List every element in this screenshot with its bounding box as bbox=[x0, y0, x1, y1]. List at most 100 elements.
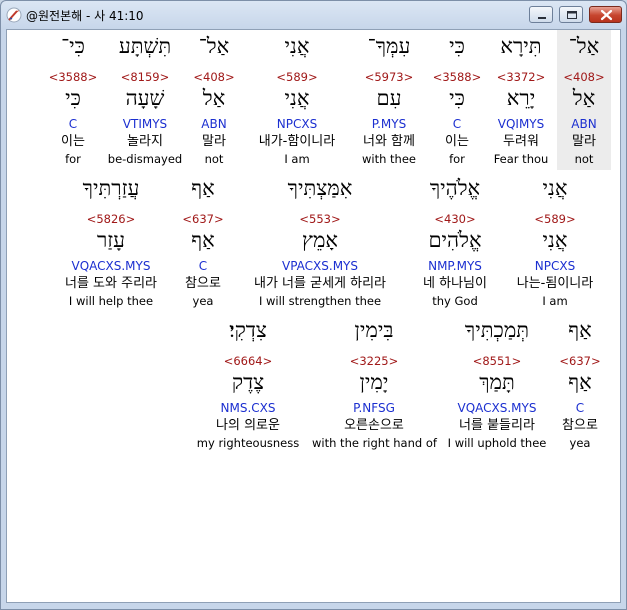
minimize-button[interactable] bbox=[529, 6, 553, 23]
word-column[interactable]: תְּמַכְתִּיךָ <8551> תָּמַךְ VQACXS.MYS … bbox=[445, 320, 549, 452]
word-column[interactable]: אִמַּצְתִּיךָ <553> אָמֵץ VPACXS.MYS 내가 … bbox=[237, 178, 403, 310]
hebrew-word: אִמַּצְתִּיךָ bbox=[287, 176, 353, 200]
korean-gloss: 너와 함께 bbox=[363, 134, 415, 149]
english-gloss: with the right hand of bbox=[312, 436, 437, 450]
strong-number[interactable]: <3372> bbox=[490, 71, 552, 84]
korean-gloss: 네 하나님이 bbox=[423, 276, 487, 291]
morphology-code: NMP.MYS bbox=[428, 259, 482, 273]
hebrew-word: כִּי־ bbox=[61, 34, 85, 58]
maximize-icon bbox=[567, 11, 577, 19]
hebrew-lemma: אַף bbox=[191, 228, 215, 252]
korean-gloss: 나는-됨이니라 bbox=[516, 276, 594, 291]
word-column[interactable]: כִּי <3588> כִּי C 이는 for bbox=[432, 36, 482, 168]
korean-gloss: 너를 붙들리라 bbox=[459, 418, 535, 433]
strong-number[interactable]: <589> bbox=[245, 71, 349, 84]
close-icon bbox=[600, 9, 613, 21]
close-button[interactable] bbox=[589, 6, 622, 23]
word-column[interactable]: תִּשְׁתָּע <8159> שָׁעָה VTIMYS 놀라지 be-d… bbox=[105, 36, 185, 168]
word-column[interactable]: אֲנִי <589> אֲנִי NPCXS 나는-됨이니라 I am bbox=[507, 178, 603, 310]
morphology-code: NMS.CXS bbox=[220, 401, 276, 415]
strong-number[interactable]: <637> bbox=[179, 213, 227, 226]
hebrew-lemma: אֲנִי bbox=[542, 228, 568, 252]
english-gloss: thy God bbox=[432, 294, 478, 308]
korean-gloss: 오른손으로 bbox=[344, 418, 404, 433]
hebrew-word: אַף bbox=[568, 318, 592, 342]
hebrew-word: אַל־ bbox=[198, 34, 230, 58]
english-gloss: I will uphold thee bbox=[447, 436, 547, 450]
strong-number[interactable]: <6664> bbox=[193, 355, 303, 368]
app-bible-icon[interactable] bbox=[6, 7, 22, 23]
english-gloss: Fear thou bbox=[493, 152, 549, 166]
strong-number[interactable]: <8551> bbox=[445, 355, 549, 368]
morphology-code: NPCXS bbox=[534, 259, 576, 273]
korean-gloss: 참으로 bbox=[562, 418, 598, 433]
hebrew-word: תִּשְׁתָּע bbox=[118, 34, 172, 58]
word-column[interactable]: אַף <637> אַף C 참으로 yea bbox=[556, 320, 604, 452]
korean-gloss: 나의 의로운 bbox=[216, 418, 280, 433]
morphology-code: P.NFSG bbox=[353, 401, 395, 415]
hebrew-word: אַף bbox=[191, 176, 215, 200]
strong-number[interactable]: <3588> bbox=[47, 71, 99, 84]
korean-gloss: 내가-함이니라 bbox=[258, 134, 336, 149]
hebrew-lemma: אַף bbox=[568, 370, 592, 394]
strong-number[interactable]: <5973> bbox=[357, 71, 421, 84]
strong-number[interactable]: <408> bbox=[188, 71, 240, 84]
word-column[interactable]: אֲנִי <589> אֲנִי NPCXS 내가-함이니라 I am bbox=[245, 36, 349, 168]
strong-number[interactable]: <5826> bbox=[52, 213, 170, 226]
strong-number[interactable]: <637> bbox=[556, 355, 604, 368]
hebrew-lemma: עָזַר bbox=[96, 228, 126, 252]
strong-number[interactable]: <589> bbox=[507, 213, 603, 226]
word-column-selected[interactable]: אַל־ <408> אַל ABN 말라 not bbox=[557, 30, 611, 170]
english-gloss: my righteousness bbox=[196, 436, 300, 450]
window-title: @원전본해 - 사 41:10 bbox=[26, 9, 144, 23]
strong-number[interactable]: <430> bbox=[412, 213, 498, 226]
english-gloss: yea bbox=[192, 294, 214, 308]
morphology-code: ABN bbox=[201, 117, 227, 131]
word-column[interactable]: כִּי־ <3588> כִּי C 이는 for bbox=[47, 36, 99, 168]
hebrew-lemma: אַל bbox=[572, 86, 596, 110]
morphology-code: ABN bbox=[571, 117, 597, 131]
hebrew-lemma: צֶדֶק bbox=[231, 370, 265, 394]
title-bar[interactable]: @원전본해 - 사 41:10 bbox=[1, 1, 626, 29]
word-column[interactable]: אַף <637> אַף C 참으로 yea bbox=[179, 178, 227, 310]
hebrew-lemma: תָּמַךְ bbox=[479, 370, 515, 394]
app-window: @원전본해 - 사 41:10 כִּי־ <3588> כִּי C 이는 f… bbox=[0, 0, 627, 610]
maximize-button[interactable] bbox=[559, 6, 583, 23]
word-column[interactable]: בִּימִין <3225> יָמִין P.NFSG 오른손으로 with… bbox=[312, 318, 437, 452]
english-gloss: with thee bbox=[361, 152, 416, 166]
interlinear-view[interactable]: כִּי־ <3588> כִּי C 이는 for תִּשְׁתָּע <8… bbox=[6, 29, 621, 603]
strong-number[interactable]: <553> bbox=[237, 213, 403, 226]
hebrew-lemma: יָמִין bbox=[359, 370, 389, 394]
korean-gloss: 너를 도와 주리라 bbox=[65, 276, 157, 291]
strong-number[interactable]: <8159> bbox=[105, 71, 185, 84]
english-gloss: yea bbox=[569, 436, 591, 450]
hebrew-word: בִּימִין bbox=[354, 318, 394, 342]
english-gloss: not bbox=[204, 152, 224, 166]
word-column[interactable]: עֲזַרְתִּיךָ <5826> עָזַר VQACXS.MYS 너를 … bbox=[52, 178, 170, 310]
morphology-code: C bbox=[575, 401, 585, 415]
english-gloss: I am bbox=[542, 294, 568, 308]
word-column[interactable]: אַל־ <408> אַל ABN 말라 not bbox=[188, 36, 240, 168]
hebrew-word: תִּירָא bbox=[500, 34, 542, 58]
word-column[interactable]: צִדְקִי׃ <6664> צֶדֶק NMS.CXS 나의 의로운 my … bbox=[193, 320, 303, 452]
word-column[interactable]: תִּירָא <3372> יָרֵא VQIMYS 두려워 Fear tho… bbox=[490, 36, 552, 168]
word-column[interactable]: עִמְּךָ־ <5973> עִם P.MYS 너와 함께 with the… bbox=[357, 36, 421, 168]
morphology-code: VQACXS.MYS bbox=[457, 401, 537, 415]
korean-gloss: 두려워 bbox=[503, 134, 539, 149]
hebrew-word: עֲזַרְתִּיךָ bbox=[82, 176, 140, 200]
strong-number[interactable]: <3225> bbox=[312, 355, 436, 368]
hebrew-word: תְּמַכְתִּיךָ bbox=[464, 318, 530, 342]
hebrew-lemma: יָרֵא bbox=[506, 86, 536, 110]
morphology-code: C bbox=[198, 259, 208, 273]
hebrew-word: אֲנִי bbox=[542, 176, 568, 200]
english-gloss: for bbox=[449, 152, 465, 166]
strong-number[interactable]: <408> bbox=[557, 71, 611, 84]
hebrew-lemma: עִם bbox=[376, 86, 402, 110]
hebrew-lemma: שָׁעָה bbox=[125, 86, 165, 110]
hebrew-word: אַל־ bbox=[568, 34, 600, 58]
word-column[interactable]: אֱלֹהֶיךָ <430> אֱלֹהִים NMP.MYS 네 하나님이 … bbox=[412, 178, 498, 310]
korean-gloss: 이는 bbox=[445, 134, 469, 149]
strong-number[interactable]: <3588> bbox=[432, 71, 482, 84]
morphology-code: C bbox=[452, 117, 462, 131]
english-gloss: not bbox=[574, 152, 594, 166]
